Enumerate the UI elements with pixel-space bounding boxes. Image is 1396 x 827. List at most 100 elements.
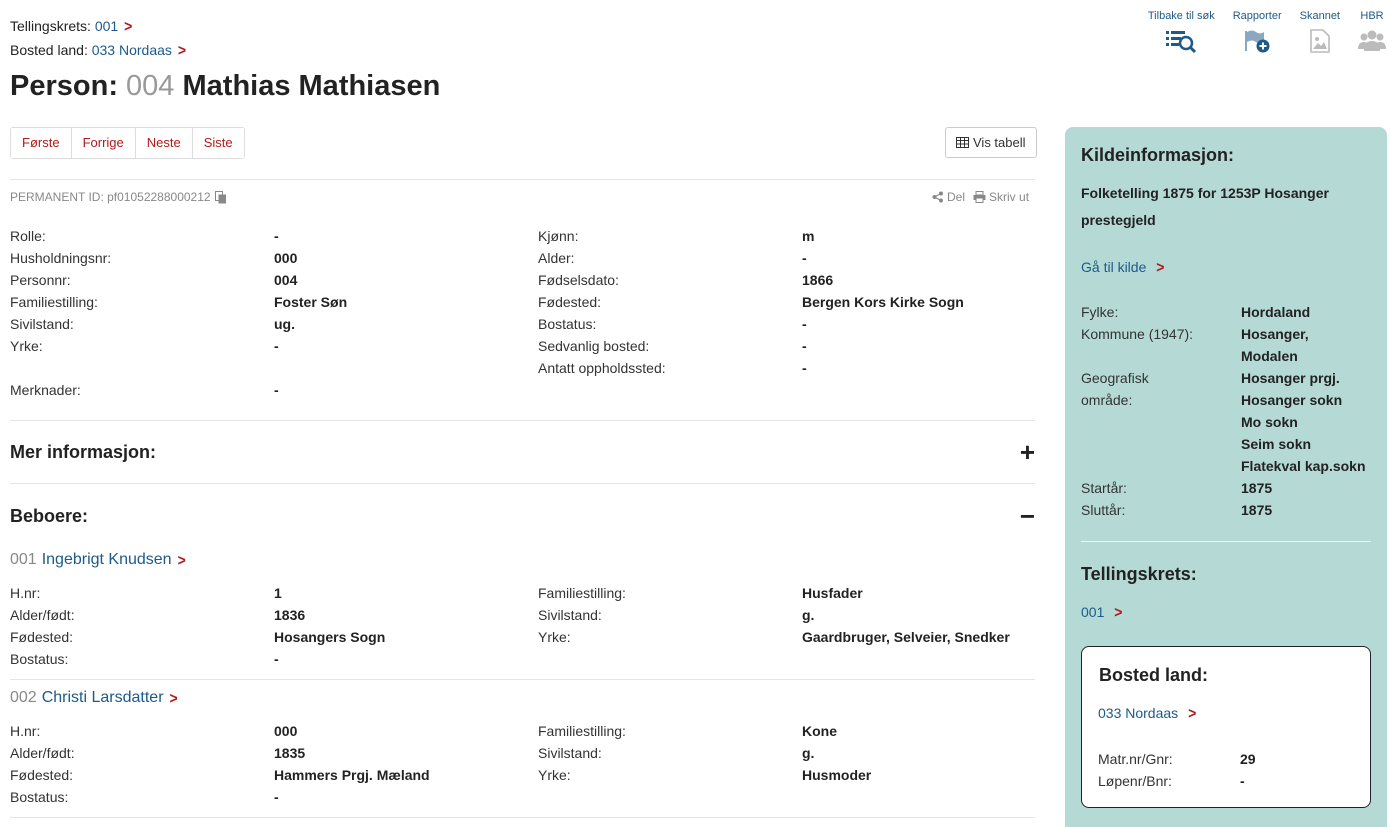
pagination: Første Forrige Neste Siste <box>10 127 245 159</box>
field-value: 1836 <box>274 607 306 623</box>
toolbar-label: Rapporter <box>1232 10 1282 22</box>
field-label: Fødested: <box>10 629 74 645</box>
field-value: - <box>802 316 807 332</box>
info-label: Fylke: <box>1081 304 1119 320</box>
previous-button[interactable]: Forrige <box>71 128 136 158</box>
detail-row: Familiestilling: Foster Søn Fødested: Be… <box>10 291 1040 313</box>
info-label <box>1081 433 1241 455</box>
info-label <box>1081 411 1241 433</box>
breadcrumb: Tellingskrets: 001 > Bosted land: 033 Nor… <box>10 14 186 62</box>
detail-row: Sivilstand: ug. Bostatus: - <box>10 313 1040 335</box>
scanned-button[interactable]: Skannet <box>1300 10 1340 55</box>
resident-header: 002 Christi Larsdatter > <box>10 689 178 707</box>
copy-icon[interactable] <box>214 190 227 204</box>
field-value: - <box>274 382 279 398</box>
image-file-icon <box>1309 27 1331 55</box>
permanent-id: PERMANENT ID: pf01052288000212 <box>10 190 227 204</box>
field-value <box>802 648 1040 670</box>
field-value: 1835 <box>274 745 306 761</box>
field-label: Fødested: <box>10 767 74 783</box>
field-value: - <box>802 338 807 354</box>
chevron-right-icon: > <box>1188 704 1197 722</box>
info-label: Sluttår: <box>1081 502 1126 518</box>
expand-plus-icon[interactable]: + <box>1020 439 1035 465</box>
detail-row: H.nr: 000 Familiestilling: Kone <box>10 720 1040 742</box>
title-prefix: Person: <box>10 70 118 102</box>
field-label: Familiestilling: <box>538 585 626 601</box>
share-icon <box>932 191 943 203</box>
field-label <box>538 648 802 670</box>
hbr-button[interactable]: HBR <box>1358 10 1386 55</box>
field-label: Personnr: <box>10 272 71 288</box>
field-label: Bostatus: <box>10 651 69 667</box>
resident-number: 001 <box>10 551 37 568</box>
field-label: Rolle: <box>10 228 46 244</box>
toolbar-label: Tilbake til søk <box>1147 10 1215 22</box>
residents-section-toggle[interactable]: Beboere: − <box>10 503 1035 529</box>
back-to-search-button[interactable]: Tilbake til søk <box>1148 10 1215 55</box>
list-search-icon <box>1165 27 1197 55</box>
more-info-section-toggle[interactable]: Mer informasjon: + <box>10 439 1035 465</box>
field-value: - <box>802 250 807 266</box>
print-icon <box>973 191 986 203</box>
tellingskrets: 001 > <box>1081 603 1123 621</box>
info-row: Sluttår: 1875 <box>1081 499 1381 521</box>
info-value: Modalen <box>1241 348 1298 364</box>
detail-row: Husholdningsnr: 000 Alder: - <box>10 247 1040 269</box>
reports-button[interactable]: Rapporter <box>1233 10 1282 55</box>
info-value: Hosanger, <box>1241 326 1309 342</box>
field-value: Husfader <box>802 585 863 601</box>
field-label: Antatt oppholdssted: <box>538 360 666 376</box>
show-table-label: Vis tabell <box>973 135 1026 150</box>
breadcrumb-bosted: Bosted land: 033 Nordaas > <box>10 38 186 62</box>
info-value: - <box>1240 773 1245 789</box>
field-value: 1 <box>274 585 282 601</box>
next-button[interactable]: Neste <box>135 128 193 158</box>
detail-row: Fødested: Hosangers Sogn Yrke: Gaardbrug… <box>10 626 1040 648</box>
table-icon <box>956 137 969 148</box>
field-label: Bostatus: <box>538 316 597 332</box>
first-button[interactable]: Første <box>11 128 72 158</box>
bosted-heading: Bosted land: <box>1099 665 1209 685</box>
source-title: Folketelling 1875 for 1253P Hosanger pre… <box>1081 185 1329 228</box>
bosted-link[interactable]: 033 Nordaas <box>1098 705 1178 721</box>
field-label: Familiestilling: <box>538 723 626 739</box>
info-label: Startår: <box>1081 480 1127 496</box>
resident-link[interactable]: Ingebrigt Knudsen <box>42 551 172 569</box>
field-label: H.nr: <box>10 585 41 601</box>
bosted-card: Bosted land: 033 Nordaas > Matr.nr/Gnr: 2… <box>1081 646 1371 808</box>
go-to-source-link[interactable]: Gå til kilde <box>1081 259 1146 275</box>
field-value: - <box>274 228 279 244</box>
field-label <box>538 379 802 401</box>
field-value: g. <box>802 607 815 623</box>
chevron-right-icon: > <box>1114 603 1123 621</box>
tellingskrets-link[interactable]: 001 <box>1081 604 1104 620</box>
info-label: Matr.nr/Gnr: <box>1098 751 1173 767</box>
field-value: - <box>802 360 807 376</box>
collapse-minus-icon[interactable]: − <box>1020 503 1035 529</box>
share-print-actions: Del Skriv ut <box>932 190 1029 204</box>
field-label: Kjønn: <box>538 228 579 244</box>
field-value: ug. <box>274 316 295 332</box>
info-value: Mo sokn <box>1241 414 1298 430</box>
section-title: Beboere: <box>10 505 89 526</box>
field-value: Gaardbruger, Selveier, Snedker <box>802 629 1010 645</box>
divider <box>10 679 1035 680</box>
info-label: Kommune (1947): <box>1081 326 1194 342</box>
breadcrumb-bosted-link[interactable]: 033 Nordaas <box>92 42 172 58</box>
show-table-button[interactable]: Vis tabell <box>945 127 1037 158</box>
field-value: 000 <box>274 723 298 739</box>
resident-details: H.nr: 1 Familiestilling: Husfader Alder/… <box>10 582 1040 670</box>
resident-link[interactable]: Christi Larsdatter <box>42 689 164 707</box>
detail-row: Bostatus: - <box>10 786 1040 808</box>
field-label: Husholdningsnr: <box>10 250 112 266</box>
flag-plus-icon <box>1242 27 1272 55</box>
info-label <box>1081 455 1241 477</box>
share-button[interactable]: Del <box>932 190 965 204</box>
field-label: Sivilstand: <box>10 316 74 332</box>
last-button[interactable]: Siste <box>192 128 244 158</box>
breadcrumb-tellingskrets-link[interactable]: 001 <box>95 18 118 34</box>
field-value <box>274 357 538 379</box>
field-value: Bergen Kors Kirke Sogn <box>802 294 964 310</box>
print-button[interactable]: Skriv ut <box>973 190 1029 204</box>
